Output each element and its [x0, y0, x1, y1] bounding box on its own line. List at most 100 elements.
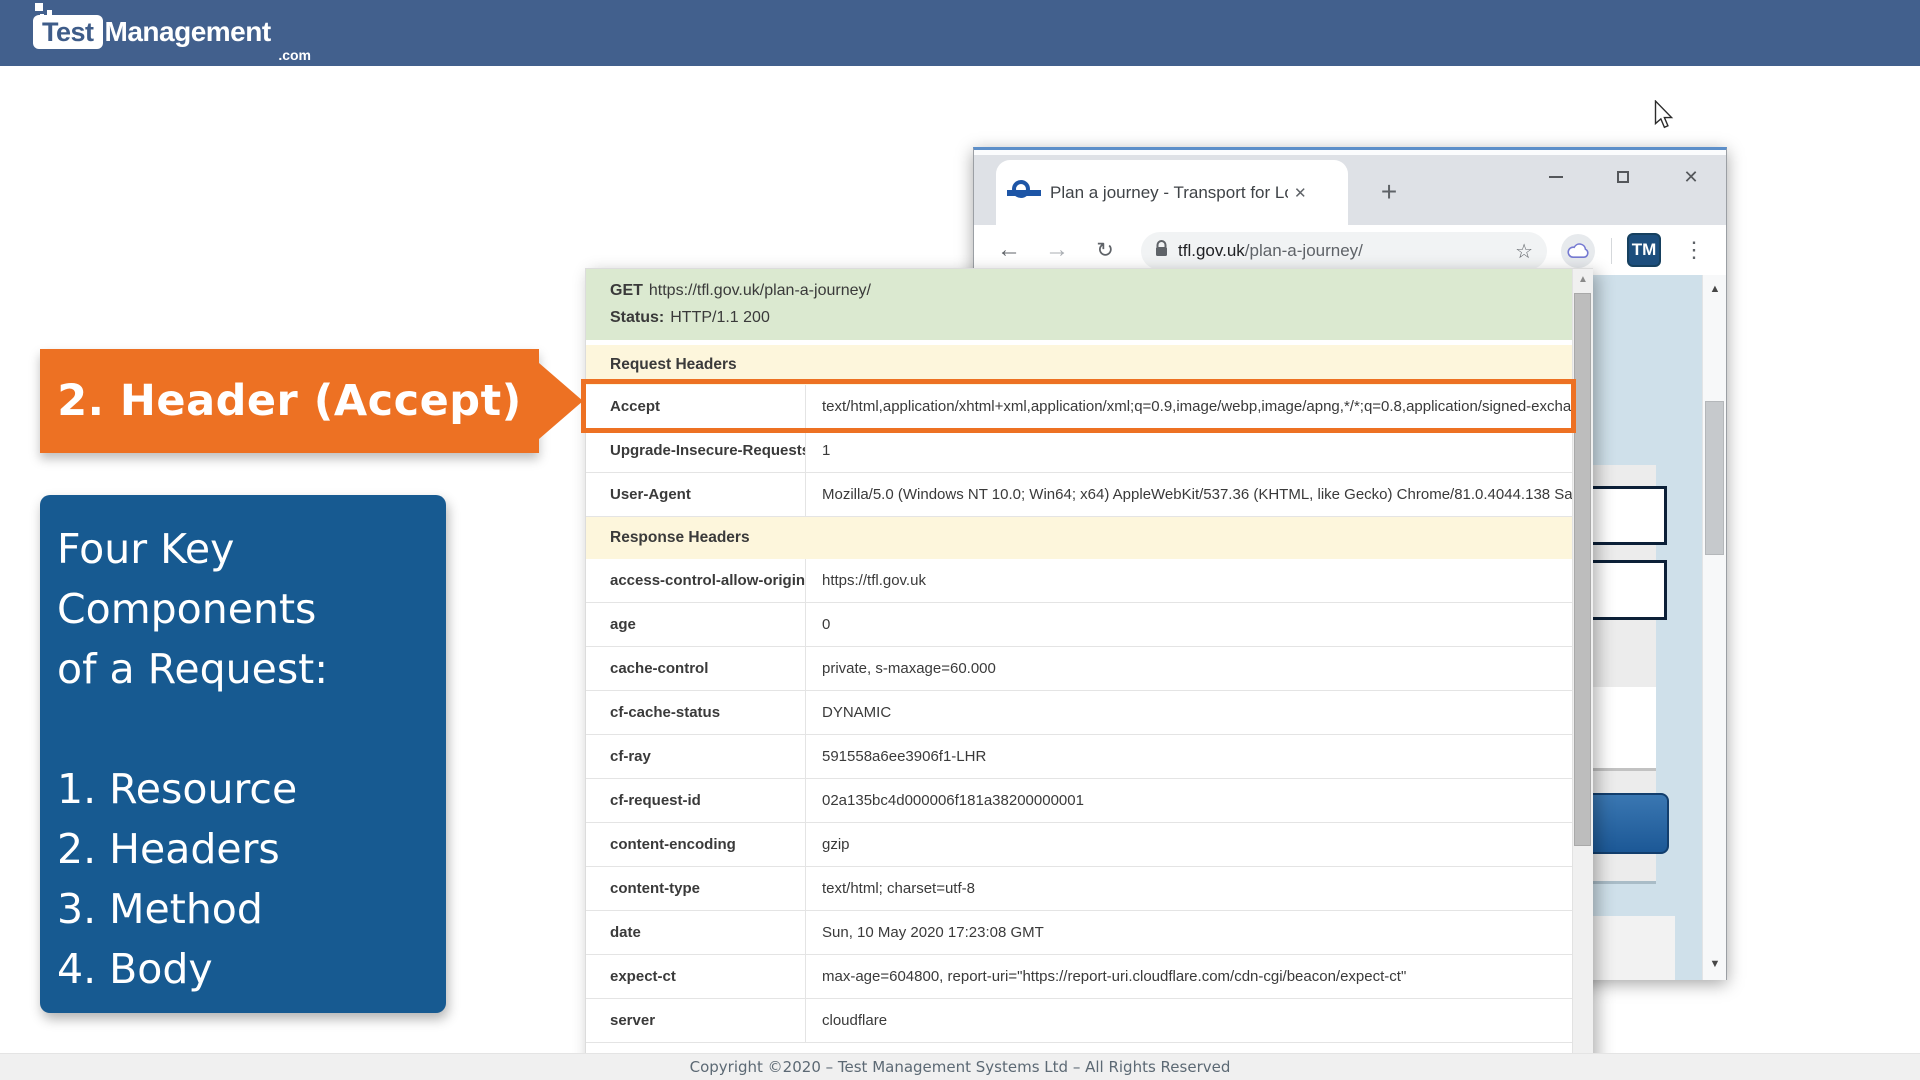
info-box-line: Components [57, 579, 436, 639]
cloud-extension-button[interactable] [1561, 234, 1595, 268]
header-row: Accepttext/html,application/xhtml+xml,ap… [586, 385, 1572, 429]
header-row: User-AgentMozilla/5.0 (Windows NT 10.0; … [586, 473, 1572, 517]
header-name: cf-cache-status [586, 691, 806, 734]
footer-text: Copyright ©2020 – Test Management System… [690, 1058, 1231, 1076]
browser-tab[interactable]: Plan a journey - Transport for Lo ✕ [996, 160, 1348, 225]
screen: Test Management .com Plan a journey - Tr… [0, 0, 1920, 1080]
scroll-up-icon[interactable]: ▲ [1573, 274, 1593, 285]
tm-extension-button[interactable]: TM [1627, 233, 1661, 267]
header-value: 02a135bc4d000006f181a38200000001 [806, 779, 1572, 822]
brand-header-bar: Test Management .com [0, 0, 1920, 66]
info-box-item: 2. Headers [57, 819, 436, 879]
info-box-line: of a Request: [57, 639, 436, 699]
request-headers-title: Request Headers [586, 345, 1572, 385]
header-name: server [586, 999, 806, 1042]
header-row: expect-ctmax-age=604800, report-uri="htt… [586, 955, 1572, 999]
cloud-icon [1567, 243, 1589, 259]
header-row: cf-ray591558a6ee3906f1-LHR [586, 735, 1572, 779]
bookmark-star-icon[interactable]: ☆ [1515, 239, 1533, 264]
header-value: text/html,application/xhtml+xml,applicat… [806, 385, 1572, 428]
scroll-down-icon[interactable]: ▼ [1703, 958, 1726, 970]
page-scrollbar-thumb[interactable] [1705, 401, 1724, 555]
header-name: expect-ct [586, 955, 806, 998]
callout-label: 2. Header (Accept) [57, 376, 522, 426]
header-value: gzip [806, 823, 1572, 866]
header-row: cf-request-id02a135bc4d000006f181a382000… [586, 779, 1572, 823]
header-value: https://tfl.gov.uk [806, 559, 1572, 602]
header-value: text/html; charset=utf-8 [806, 867, 1572, 910]
logo-management-text: Management [105, 16, 271, 48]
info-box-spacer [57, 699, 436, 759]
window-minimize-button[interactable] [1541, 164, 1571, 190]
header-row: cache-controlprivate, s-maxage=60.000 [586, 647, 1572, 691]
logo-com-text: .com [183, 47, 311, 63]
header-name: content-encoding [586, 823, 806, 866]
header-row: access-control-allow-originhttps://tfl.g… [586, 559, 1572, 603]
copyright-footer: Copyright ©2020 – Test Management System… [0, 1053, 1920, 1080]
tab-close-icon[interactable]: ✕ [1294, 184, 1307, 202]
header-value: cloudflare [806, 999, 1572, 1042]
request-headers-table: Accepttext/html,application/xhtml+xml,ap… [586, 385, 1572, 517]
header-row: content-typetext/html; charset=utf-8 [586, 867, 1572, 911]
header-name: Accept [586, 385, 806, 428]
logo-test-text: Test [33, 15, 103, 49]
header-value: DYNAMIC [806, 691, 1572, 734]
header-name: date [586, 911, 806, 954]
toolbar-separator [1611, 238, 1612, 264]
lock-icon [1155, 240, 1168, 262]
info-box-item: 4. Body [57, 939, 436, 999]
header-name: Upgrade-Insecure-Requests [586, 429, 806, 472]
panel-scrollbar-thumb[interactable] [1574, 293, 1591, 846]
header-value: private, s-maxage=60.000 [806, 647, 1572, 690]
window-top-edge [974, 150, 1726, 155]
chrome-menu-icon[interactable]: ⋮ [1681, 225, 1707, 275]
header-value: 0 [806, 603, 1572, 646]
info-box-item: 1. Resource [57, 759, 436, 819]
header-name: cache-control [586, 647, 806, 690]
response-headers-title: Response Headers [586, 517, 1572, 559]
header-row: cf-cache-statusDYNAMIC [586, 691, 1572, 735]
new-tab-button[interactable]: + [1374, 176, 1404, 208]
info-box-item: 3. Method [57, 879, 436, 939]
header-name: cf-ray [586, 735, 806, 778]
four-key-components-box: Four Key Components of a Request: 1. Res… [40, 495, 446, 1013]
scroll-up-icon[interactable]: ▲ [1703, 283, 1726, 295]
header-row: age0 [586, 603, 1572, 647]
header-row: content-encodinggzip [586, 823, 1572, 867]
request-status-section: GET https://tfl.gov.uk/plan-a-journey/ St… [586, 269, 1572, 340]
address-bar[interactable]: tfl.gov.uk /plan-a-journey/ ☆ [1141, 232, 1547, 270]
window-maximize-button[interactable] [1608, 164, 1638, 190]
header-name: age [586, 603, 806, 646]
request-url: https://tfl.gov.uk/plan-a-journey/ [649, 282, 871, 299]
header-row: servercloudflare [586, 999, 1572, 1043]
mouse-cursor [1650, 100, 1676, 135]
header-value: max-age=604800, report-uri="https://repo… [806, 955, 1572, 998]
header-value: Mozilla/5.0 (Windows NT 10.0; Win64; x64… [806, 473, 1572, 516]
header-name: User-Agent [586, 473, 806, 516]
url-path: /plan-a-journey/ [1245, 241, 1363, 261]
header-row: dateSun, 10 May 2020 17:23:08 GMT [586, 911, 1572, 955]
info-box-line: Four Key [57, 519, 436, 579]
http-headers-panel: GET https://tfl.gov.uk/plan-a-journey/ St… [585, 268, 1593, 1080]
header-value: Sun, 10 May 2020 17:23:08 GMT [806, 911, 1572, 954]
logo-pixel-decoration [35, 3, 43, 11]
header-name: cf-request-id [586, 779, 806, 822]
window-close-button[interactable]: ✕ [1676, 164, 1706, 190]
header-value: 1 [806, 429, 1572, 472]
response-headers-table: access-control-allow-originhttps://tfl.g… [586, 559, 1572, 1043]
header-value: 591558a6ee3906f1-LHR [806, 735, 1572, 778]
tab-title: Plan a journey - Transport for Lo [1050, 183, 1288, 203]
header-row: Upgrade-Insecure-Requests1 [586, 429, 1572, 473]
page-scrollbar[interactable]: ▲ ▼ [1702, 275, 1726, 980]
header-name: content-type [586, 867, 806, 910]
status-value: HTTP/1.1 200 [670, 309, 770, 326]
status-label: Status: [610, 309, 664, 326]
panel-scrollbar[interactable]: ▲ [1572, 269, 1593, 1080]
header-name: access-control-allow-origin [586, 559, 806, 602]
url-host: tfl.gov.uk [1178, 241, 1245, 261]
tfl-roundel-favicon-icon [1010, 180, 1038, 206]
callout-arrow [539, 363, 583, 439]
testmanagement-logo: Test Management .com [33, 3, 323, 63]
header-accept-callout: 2. Header (Accept) [40, 349, 539, 453]
request-method: GET [610, 282, 643, 299]
